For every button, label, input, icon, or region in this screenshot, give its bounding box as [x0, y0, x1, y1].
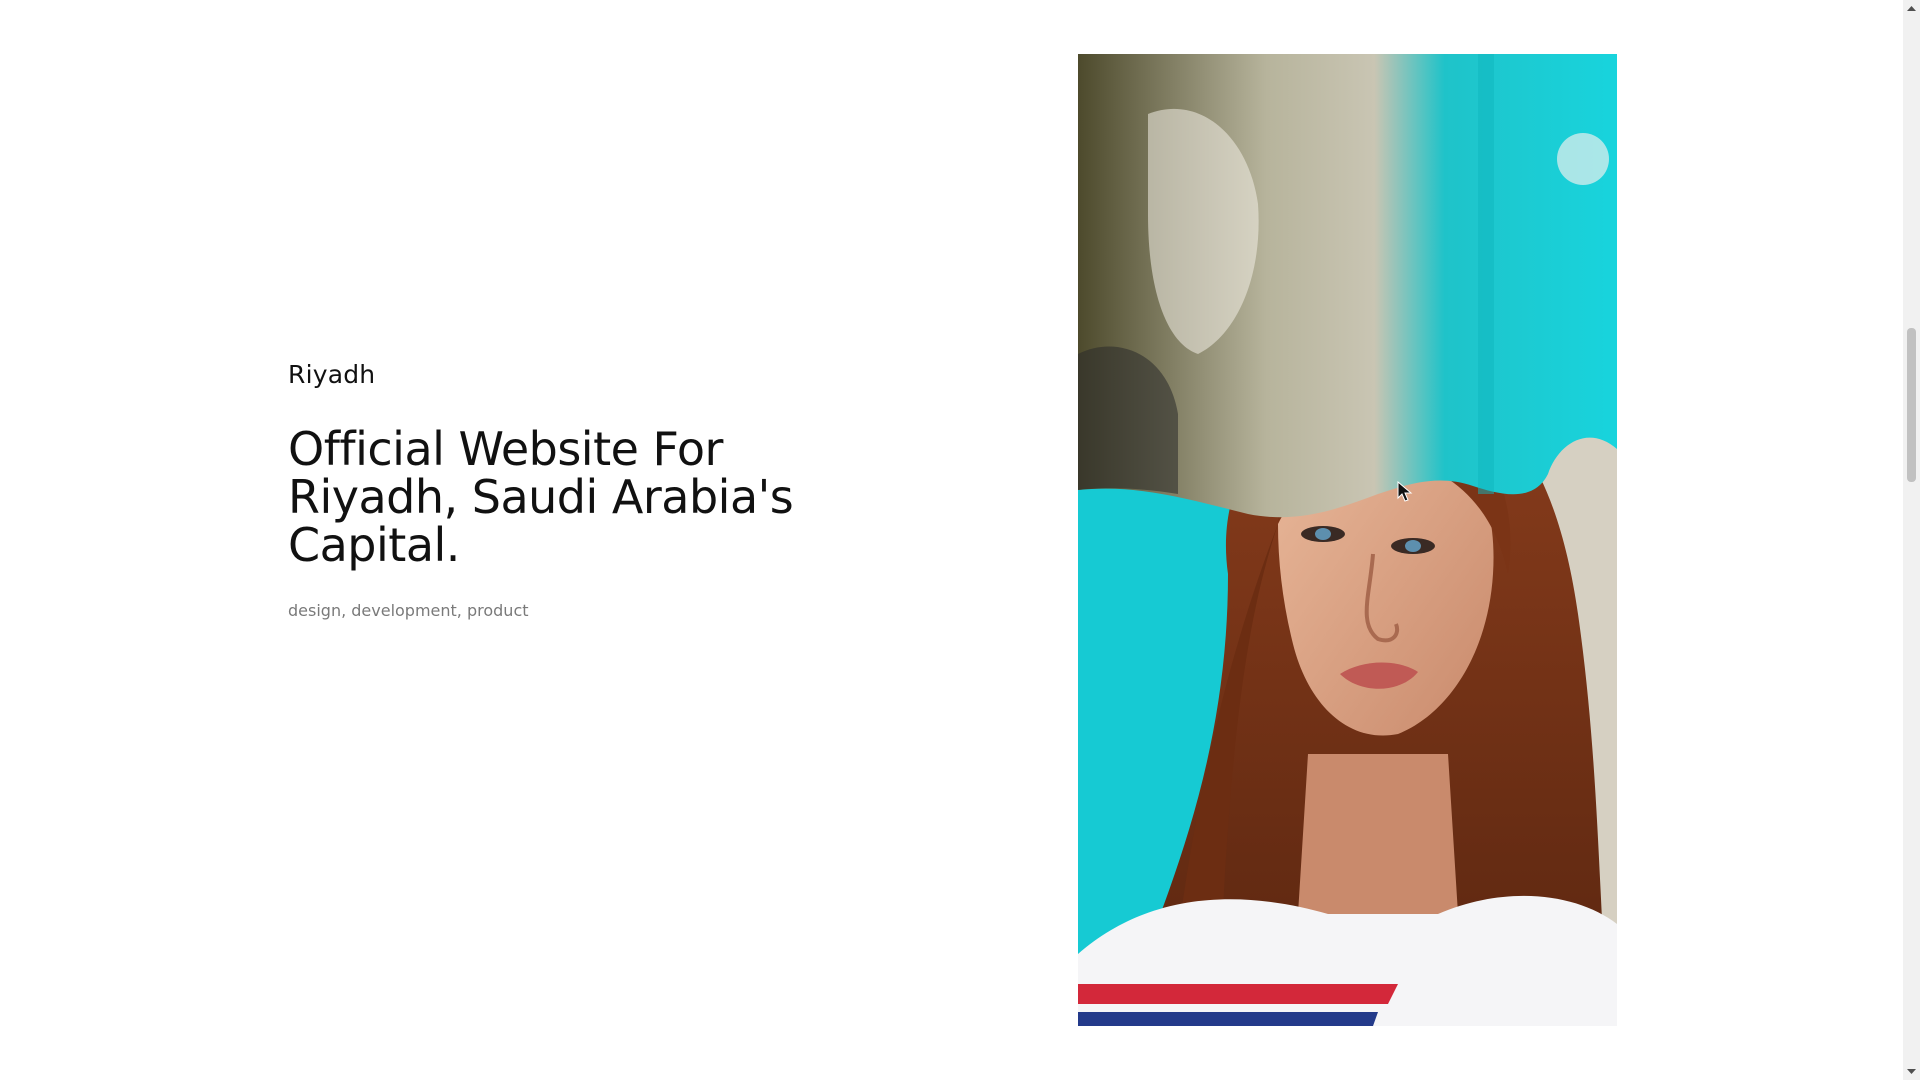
tag-separator: , — [456, 601, 467, 620]
tag-design[interactable]: design — [288, 601, 341, 620]
tag-separator: , — [341, 601, 352, 620]
mouse-pointer-icon — [1397, 480, 1413, 503]
scroll-up-arrow-icon[interactable] — [1903, 0, 1920, 17]
project-info: Riyadh Official Website For Riyadh, Saud… — [288, 360, 848, 620]
project-image[interactable] — [1078, 54, 1617, 1026]
scroll-down-arrow-icon[interactable] — [1903, 1063, 1920, 1080]
portrait-photo-icon — [1078, 54, 1617, 1026]
scrollbar-thumb[interactable] — [1907, 328, 1916, 482]
tag-product[interactable]: product — [467, 601, 529, 620]
page: Riyadh Official Website For Riyadh, Saud… — [0, 0, 1920, 1080]
project-headline[interactable]: Official Website For Riyadh, Saudi Arabi… — [288, 425, 848, 569]
project-city: Riyadh — [288, 360, 376, 389]
tag-development[interactable]: development — [351, 601, 457, 620]
vertical-scrollbar[interactable] — [1903, 0, 1920, 1080]
project-tags: design, development, product — [288, 601, 848, 620]
